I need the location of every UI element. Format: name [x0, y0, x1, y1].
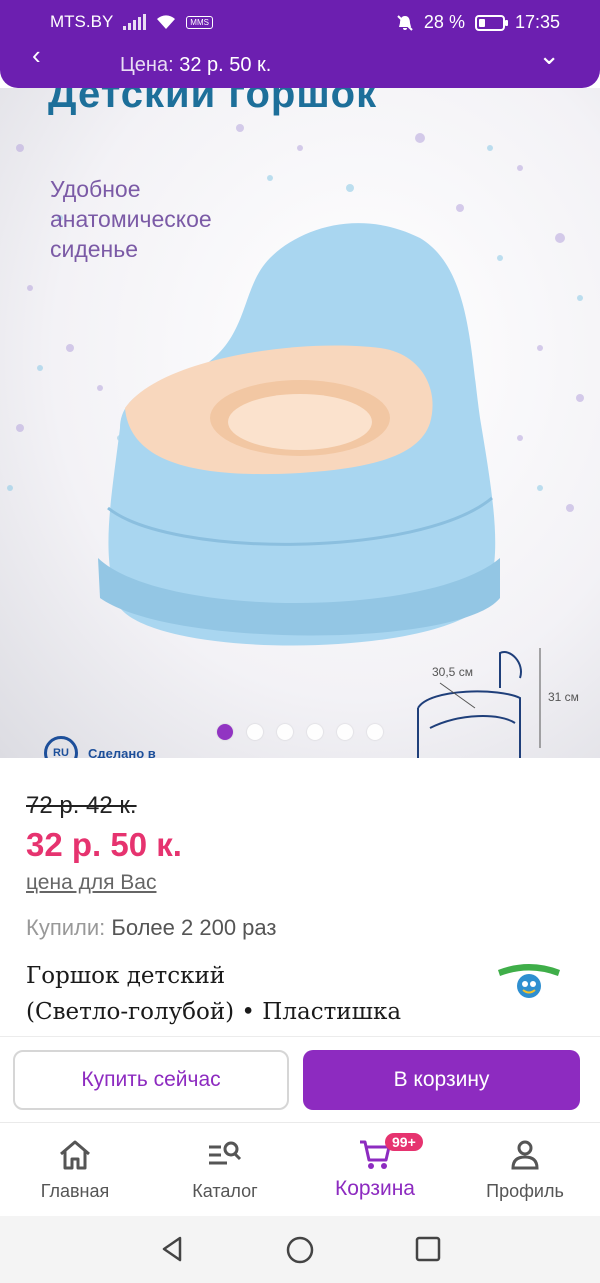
carousel-dot[interactable] — [337, 724, 353, 740]
sticky-price-value: 32 р. 50 к. — [179, 54, 272, 76]
bottom-navigation: Главная Каталог 99+ Корзина Профиль — [0, 1122, 600, 1216]
nav-cart-label: Корзина — [335, 1177, 415, 1200]
mms-icon: MMS — [186, 15, 213, 29]
purchase-action-bar: Купить сейчас В корзину — [0, 1036, 600, 1122]
nav-catalog[interactable]: Каталог — [150, 1137, 300, 1202]
collapse-chevron-icon[interactable]: ⌄ — [538, 40, 560, 71]
profile-icon — [511, 1140, 539, 1170]
sticky-price-bar: ‹ Цена: 32 р. 50 к. ⌄ — [0, 40, 600, 88]
signal-icon — [123, 14, 147, 30]
hero-title: Детский горшок — [48, 88, 378, 116]
add-to-cart-button[interactable]: В корзину — [303, 1050, 580, 1110]
product-name: Горшок детский (Светло-голубой) • Пласти… — [26, 958, 466, 1030]
carousel-dot[interactable] — [217, 724, 233, 740]
brand-logo[interactable] — [494, 956, 564, 1002]
carousel-dot[interactable] — [277, 724, 293, 740]
cart-count-badge: 99+ — [385, 1133, 423, 1151]
recents-square-icon[interactable] — [414, 1235, 442, 1263]
product-name-line2: (Светло-голубой) • Пластишка — [26, 999, 402, 1025]
sticky-price-label: Цена: — [120, 54, 174, 76]
price-for-you-link[interactable]: цена для Вас — [26, 871, 156, 895]
system-navigation — [0, 1216, 600, 1283]
purchase-count-label: Купили: — [26, 915, 106, 940]
old-price: 72 р. 42 к. — [26, 792, 137, 819]
catalog-search-icon — [209, 1141, 242, 1165]
mute-bell-icon — [397, 14, 413, 31]
dimension-width: 30,5 см — [432, 665, 473, 679]
purchase-count-value: Более 2 200 раз — [111, 915, 277, 940]
home-circle-icon[interactable] — [285, 1235, 315, 1265]
product-image-carousel[interactable]: Детский горшок Удобное анатомическое сид… — [0, 88, 600, 758]
carousel-dot[interactable] — [367, 724, 383, 740]
nav-cart[interactable]: 99+ Корзина — [300, 1133, 450, 1201]
back-chevron-icon[interactable]: ‹ — [32, 40, 41, 71]
nav-catalog-label: Каталог — [192, 1181, 258, 1201]
carousel-dot[interactable] — [247, 724, 263, 740]
dimension-height: 31 см — [548, 690, 579, 704]
sticky-price: Цена: 32 р. 50 к. — [120, 54, 271, 77]
nav-home[interactable]: Главная — [0, 1137, 150, 1202]
hero-subtitle: Удобное анатомическое сиденье — [50, 176, 212, 262]
purchase-count: Купили: Более 2 200 раз — [26, 915, 276, 941]
carrier-label: MTS.BY — [50, 12, 114, 31]
battery-icon — [474, 14, 508, 31]
current-price: 32 р. 50 к. — [26, 826, 182, 863]
battery-percent: 28 % — [423, 12, 465, 32]
carousel-dots[interactable] — [0, 724, 600, 740]
buy-now-button[interactable]: Купить сейчас — [13, 1050, 289, 1110]
back-triangle-icon[interactable] — [158, 1235, 186, 1263]
carousel-dot[interactable] — [307, 724, 323, 740]
made-in-text: Сделано в — [88, 745, 156, 759]
status-bar: MTS.BY MMS 28 % 17:35 — [0, 0, 600, 46]
nav-profile-label: Профиль — [486, 1181, 564, 1201]
wifi-icon — [157, 15, 176, 29]
nav-home-label: Главная — [40, 1181, 110, 1201]
nav-profile[interactable]: Профиль — [450, 1137, 600, 1202]
product-name-line1: Горшок детский — [26, 963, 226, 989]
clock: 17:35 — [514, 12, 560, 32]
home-icon — [60, 1140, 90, 1170]
